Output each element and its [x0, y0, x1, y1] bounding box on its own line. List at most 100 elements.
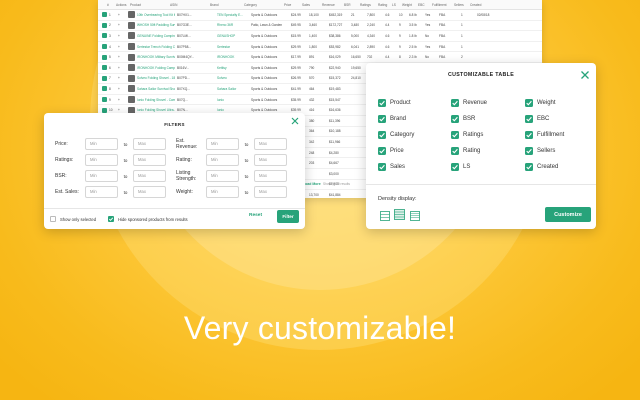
column-header[interactable]: Revenue — [320, 0, 342, 9]
checked-checkbox-icon[interactable] — [525, 162, 533, 171]
show-only-selected-checkbox[interactable] — [50, 216, 56, 222]
checked-checkbox-icon[interactable] — [451, 98, 459, 107]
customize-button[interactable]: Customize — [545, 207, 591, 222]
column-header[interactable]: Weight — [400, 0, 416, 9]
cell-product[interactable]: IRONHOOK Military Survival Shovel Fold..… — [135, 52, 175, 62]
max-input[interactable]: Max — [133, 186, 166, 198]
close-customize-button[interactable] — [580, 70, 590, 80]
max-input[interactable]: Max — [254, 186, 287, 198]
column-header[interactable]: EBC — [416, 0, 430, 9]
column-toggle[interactable]: Sellers — [525, 146, 555, 155]
hide-sponsored-checkbox[interactable] — [108, 216, 114, 222]
checked-checkbox-icon[interactable] — [451, 146, 459, 155]
checked-checkbox-icon[interactable] — [451, 114, 459, 123]
column-header[interactable]: Category — [242, 0, 282, 9]
column-header[interactable]: Sellers — [452, 0, 468, 9]
column-toggle[interactable]: LS — [451, 162, 470, 171]
row-action-icon[interactable]: + — [116, 52, 125, 62]
row-action-icon[interactable]: + — [116, 31, 125, 41]
checked-checkbox-icon[interactable] — [525, 146, 533, 155]
max-input[interactable]: Max — [133, 138, 166, 150]
checked-checkbox-icon[interactable] — [525, 130, 533, 139]
cell-product[interactable]: Sertestar Trench Folding Camping... — [135, 42, 175, 52]
min-input[interactable]: Min — [206, 186, 239, 198]
checked-checkbox-icon[interactable] — [525, 114, 533, 123]
row-action-icon[interactable]: + — [116, 84, 125, 94]
column-header[interactable]: Product — [128, 0, 168, 9]
hide-sponsored-option[interactable]: Hide sponsored products from results — [108, 216, 188, 222]
cell-product[interactable]: Iunio Folding Shovel - Camping... — [135, 95, 175, 105]
density-normal-icon[interactable] — [394, 207, 405, 220]
column-toggle[interactable]: Revenue — [451, 98, 487, 107]
column-toggle[interactable]: Category — [378, 130, 414, 139]
min-input[interactable]: Min — [85, 170, 118, 182]
show-only-selected-option[interactable]: Show only selected — [50, 216, 96, 222]
cell-product[interactable]: 10th Overbearing Tool Kit M Cant... — [135, 10, 175, 20]
column-toggle[interactable]: Price — [378, 146, 404, 155]
row-action-icon[interactable]: + — [116, 63, 125, 73]
cell-product[interactable]: GENUINE Folding Camping Shovel ... — [135, 31, 175, 41]
density-dense-icon[interactable] — [410, 208, 420, 221]
density-compact-icon[interactable] — [380, 208, 390, 221]
column-header[interactable]: Rating — [376, 0, 390, 9]
min-input[interactable]: Min — [206, 170, 239, 182]
column-toggle[interactable]: EBC — [525, 114, 549, 123]
reset-button[interactable]: Reset — [249, 213, 262, 218]
column-toggle[interactable]: Product — [378, 98, 411, 107]
column-header[interactable]: Actions — [114, 0, 128, 9]
column-toggle[interactable]: Sales — [378, 162, 405, 171]
max-input[interactable]: Max — [133, 170, 166, 182]
column-toggle[interactable]: Ratings — [451, 130, 483, 139]
checked-checkbox-icon[interactable] — [451, 130, 459, 139]
row-action-icon[interactable]: + — [116, 42, 125, 52]
filter-button[interactable]: Filter — [277, 210, 299, 223]
table-row[interactable]: 4 + Sertestar Trench Folding Camping...B07… — [98, 42, 542, 53]
column-header[interactable]: Fulfillment — [430, 0, 452, 9]
column-header[interactable]: Sales — [300, 0, 320, 9]
table-row[interactable]: 5 + IRONHOOK Military Survival Shovel Fold… — [98, 52, 542, 63]
row-action-icon[interactable]: + — [116, 73, 125, 83]
column-header[interactable]: Created — [468, 0, 488, 9]
column-toggle[interactable]: Rating — [451, 146, 480, 155]
checked-checkbox-icon[interactable] — [378, 130, 386, 139]
cell-product[interactable]: WHOSH 50ft Paddling Survival Wood... — [135, 20, 175, 30]
min-input[interactable]: Min — [206, 138, 239, 150]
column-header[interactable]: Ratings — [358, 0, 376, 9]
column-toggle[interactable]: Weight — [525, 98, 556, 107]
table-row[interactable]: 3 + GENUINE Folding Camping Shovel ...B07L… — [98, 31, 542, 42]
max-input[interactable]: Max — [254, 170, 287, 182]
checked-checkbox-icon[interactable] — [525, 98, 533, 107]
max-input[interactable]: Max — [133, 154, 166, 166]
load-more-link[interactable]: Load More — [303, 182, 321, 186]
checked-checkbox-icon[interactable] — [378, 114, 386, 123]
min-input[interactable]: Min — [85, 186, 118, 198]
row-action-icon[interactable]: + — [116, 10, 125, 20]
row-action-icon[interactable]: + — [116, 20, 125, 30]
max-input[interactable]: Max — [254, 138, 287, 150]
checked-checkbox-icon[interactable] — [378, 146, 386, 155]
cell-product[interactable]: Sahara Sailor Survival Shovel... — [135, 84, 175, 94]
close-filters-button[interactable] — [290, 116, 300, 126]
column-toggle[interactable]: BSR — [451, 114, 475, 123]
column-header[interactable]: ASIN — [168, 0, 208, 9]
column-header[interactable]: Price — [282, 0, 300, 9]
column-toggle[interactable]: Created — [525, 162, 558, 171]
table-row[interactable]: 2 + WHOSH 50ft Paddling Survival Wood...B0… — [98, 21, 542, 32]
column-header[interactable]: LS — [390, 0, 400, 9]
checked-checkbox-icon[interactable] — [451, 162, 459, 171]
column-toggle[interactable]: Brand — [378, 114, 406, 123]
table-row[interactable]: 1 +10th Overbearing Tool Kit M Cant...B07… — [98, 10, 542, 21]
column-header[interactable]: Brand — [208, 0, 242, 9]
checked-checkbox-icon[interactable] — [378, 162, 386, 171]
min-input[interactable]: Min — [85, 138, 118, 150]
column-header[interactable]: BSR — [342, 0, 358, 9]
min-input[interactable]: Min — [206, 154, 239, 166]
column-header[interactable] — [98, 0, 105, 9]
checked-checkbox-icon[interactable] — [378, 98, 386, 107]
min-input[interactable]: Min — [85, 154, 118, 166]
cell-product[interactable]: IRONHOOK Folding Camping Shovel... — [135, 63, 175, 73]
column-toggle[interactable]: Fulfillment — [525, 130, 564, 139]
column-header[interactable]: # — [105, 0, 114, 9]
row-action-icon[interactable]: + — [116, 95, 125, 105]
max-input[interactable]: Max — [254, 154, 287, 166]
